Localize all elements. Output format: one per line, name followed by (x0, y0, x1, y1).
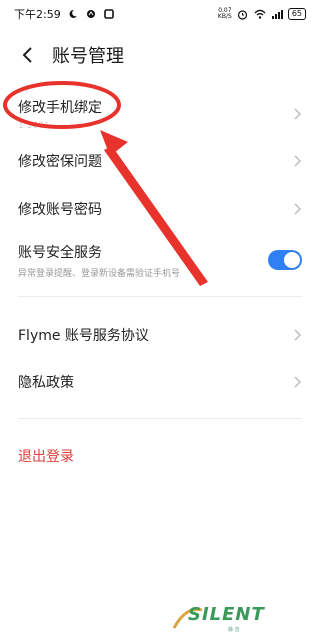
square-notification-icon (103, 8, 115, 20)
security-service-toggle[interactable] (268, 250, 302, 270)
back-button[interactable] (10, 38, 44, 72)
chevron-right-icon (294, 155, 302, 167)
menu-item-security-question[interactable]: 修改密保问题 (0, 146, 320, 176)
chevron-left-icon (22, 47, 32, 63)
menu-item-label: 修改手机绑定 (18, 100, 102, 116)
menu-item-label: 修改账号密码 (18, 202, 102, 218)
status-time: 下午2:59 (14, 8, 61, 21)
wifi-icon (254, 8, 266, 20)
menu-item-privacy-policy[interactable]: 隐私政策 (0, 367, 320, 397)
divider (18, 296, 302, 297)
app-notification-icon (85, 8, 97, 20)
header: 账号管理 (0, 38, 320, 72)
menu-item-description: 异常登录提醒、登录新设备需验证手机号 (18, 268, 181, 279)
battery-indicator: 65 (287, 8, 306, 20)
watermark-subtext: 静 音 (228, 627, 240, 633)
chevron-right-icon (294, 203, 302, 215)
watermark-text: SILENT (188, 604, 265, 625)
alarm-icon (237, 8, 249, 20)
toggle-knob (284, 252, 300, 268)
phone-number-text: 1 1601 (18, 121, 50, 131)
menu-item-label: 修改密保问题 (18, 154, 102, 170)
logout-button[interactable]: 退出登录 (0, 441, 320, 471)
menu-item-label: 隐私政策 (18, 375, 74, 391)
menu-item-service-agreement[interactable]: Flyme 账号服务协议 (0, 320, 320, 350)
menu-item-account-security-service: 账号安全服务 异常登录提醒、登录新设备需验证手机号 (0, 240, 320, 280)
menu-item-change-phone[interactable]: 修改手机绑定 1 1601 (0, 92, 320, 136)
menu-item-change-password[interactable]: 修改账号密码 (0, 194, 320, 224)
chevron-right-icon (294, 108, 302, 120)
net-speed: 0.07 KB/S (217, 7, 232, 20)
menu-item-label: Flyme 账号服务协议 (18, 328, 149, 344)
watermark-logo: SILENT 静 音 (172, 602, 290, 633)
page-title: 账号管理 (52, 46, 124, 67)
logout-label: 退出登录 (18, 449, 74, 465)
signal-icon (271, 8, 283, 20)
moon-icon (67, 8, 79, 20)
chevron-right-icon (294, 329, 302, 341)
menu-item-label: 账号安全服务 (18, 244, 102, 261)
divider (18, 418, 302, 419)
chevron-right-icon (294, 376, 302, 388)
status-bar: 下午2:59 0.07 KB/S 65 (0, 0, 320, 28)
